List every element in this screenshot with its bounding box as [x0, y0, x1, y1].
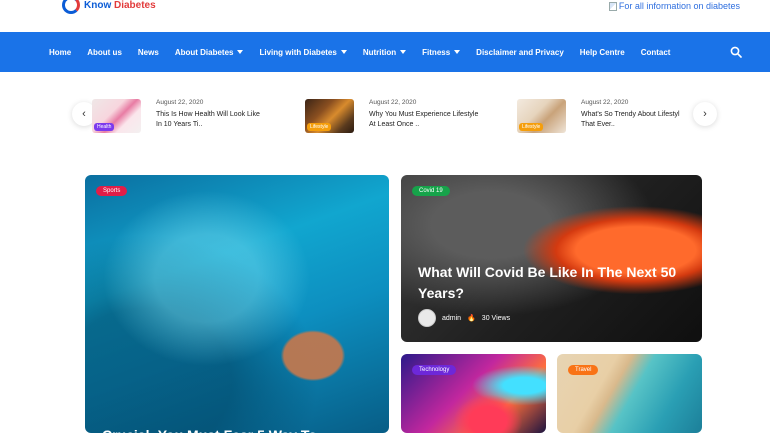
nav-item-help-centre[interactable]: Help Centre — [572, 48, 633, 57]
nav-item-label: Fitness — [422, 47, 451, 57]
nav-item-label: Contact — [640, 47, 671, 57]
nav-item-about-us[interactable]: About us — [79, 48, 130, 57]
views-flame-icon: 🔥 — [467, 315, 476, 322]
category-badge[interactable]: Technology — [412, 365, 457, 375]
logo-text-diabetes: Diabetes — [114, 0, 156, 11]
chevron-down-icon — [237, 50, 244, 54]
slider-item[interactable]: Lifestyle August 22, 2020 Why You Must E… — [305, 99, 479, 133]
slider-thumb-image[interactable]: Lifestyle — [517, 99, 566, 133]
nav-item-label: Nutrition — [362, 47, 397, 57]
post-title[interactable]: What Will Covid Be Like In The Next 50 Y… — [418, 262, 688, 304]
slider-thumb-image[interactable]: Health — [92, 99, 141, 133]
nav-item-label: About Diabetes — [174, 47, 234, 57]
post-card[interactable]: Covid 19 What Will Covid Be Like In The … — [401, 175, 702, 342]
author-avatar[interactable] — [418, 309, 436, 327]
search-icon[interactable] — [730, 46, 742, 58]
chevron-down-icon — [340, 50, 347, 54]
nav-item-label: News — [137, 47, 159, 57]
author-name[interactable]: admin — [442, 315, 461, 322]
views-count: 30 Views — [481, 314, 511, 322]
header-banner-image[interactable]: For all information on diabetes — [608, 1, 740, 11]
nav-item-fitness[interactable]: Fitness — [414, 48, 468, 57]
category-badge[interactable]: Travel — [568, 365, 599, 375]
featured-post-title[interactable]: Crucial: You Must Fear 5 Way To — [102, 425, 317, 433]
post-card[interactable]: Travel — [557, 354, 702, 433]
category-badge[interactable]: Lifestyle — [307, 123, 332, 131]
nav-item-nutrition[interactable]: Nutrition — [355, 48, 414, 57]
nav-item-home[interactable]: Home — [41, 48, 79, 57]
post-date: August 22, 2020 — [156, 99, 204, 106]
nav-item-label: Living with Diabetes — [259, 47, 337, 57]
header-banner-alt-text: For all information on diabetes — [618, 1, 740, 11]
nav-item-label: About us — [87, 47, 122, 57]
nav-item-disclaimer-and-privacy[interactable]: Disclaimer and Privacy — [468, 48, 572, 57]
category-badge[interactable]: Covid 19 — [412, 186, 450, 196]
logo-mark-icon — [62, 0, 80, 14]
nav-item-contact[interactable]: Contact — [633, 48, 679, 57]
category-badge[interactable]: Lifestyle — [519, 123, 544, 131]
post-slider: ‹ Health August 22, 2020 This Is How Hea… — [72, 97, 717, 137]
broken-image-icon — [608, 1, 617, 11]
chevron-left-icon: ‹ — [82, 108, 86, 120]
slider-item[interactable]: Health August 22, 2020 This Is How Healt… — [92, 99, 266, 133]
featured-post-card[interactable]: Sports Crucial: You Must Fear 5 Way To — [85, 175, 389, 433]
post-title-link[interactable]: Why You Must Experience Lifestyle At Lea… — [369, 110, 479, 130]
main-navigation: Home About us News About Diabetes Living wit… — [0, 32, 770, 72]
chevron-down-icon — [454, 50, 461, 54]
category-badge[interactable]: Health — [94, 123, 115, 131]
slider-next-button[interactable]: › — [693, 102, 717, 126]
nav-item-label: Help Centre — [579, 47, 625, 57]
nav-item-label: Disclaimer and Privacy — [476, 47, 564, 57]
site-logo[interactable]: Know Diabetes — [62, 0, 156, 16]
logo-text-know: Know — [84, 0, 112, 11]
post-date: August 22, 2020 — [369, 99, 417, 106]
post-date: August 22, 2020 — [581, 99, 629, 106]
chevron-right-icon: › — [703, 108, 707, 120]
post-card[interactable]: Technology — [401, 354, 546, 433]
category-badge[interactable]: Sports — [96, 186, 128, 196]
slider-thumb-image[interactable]: Lifestyle — [305, 99, 354, 133]
top-bar: Know Diabetes For all information on dia… — [0, 0, 770, 32]
slider-item[interactable]: Lifestyle August 22, 2020 What's So Tren… — [517, 99, 691, 133]
nav-items: Home About us News About Diabetes Living wit… — [41, 32, 678, 72]
post-title-link[interactable]: What's So Trendy About Lifestyl That Eve… — [581, 110, 691, 130]
post-title-link[interactable]: This Is How Health Will Look Like In 10 … — [156, 110, 266, 130]
chevron-down-icon — [400, 50, 407, 54]
nav-item-label: Home — [49, 47, 72, 57]
nav-item-about-diabetes[interactable]: About Diabetes — [167, 48, 252, 57]
nav-item-living-with-diabetes[interactable]: Living with Diabetes — [251, 48, 354, 57]
nav-item-news[interactable]: News — [130, 48, 167, 57]
